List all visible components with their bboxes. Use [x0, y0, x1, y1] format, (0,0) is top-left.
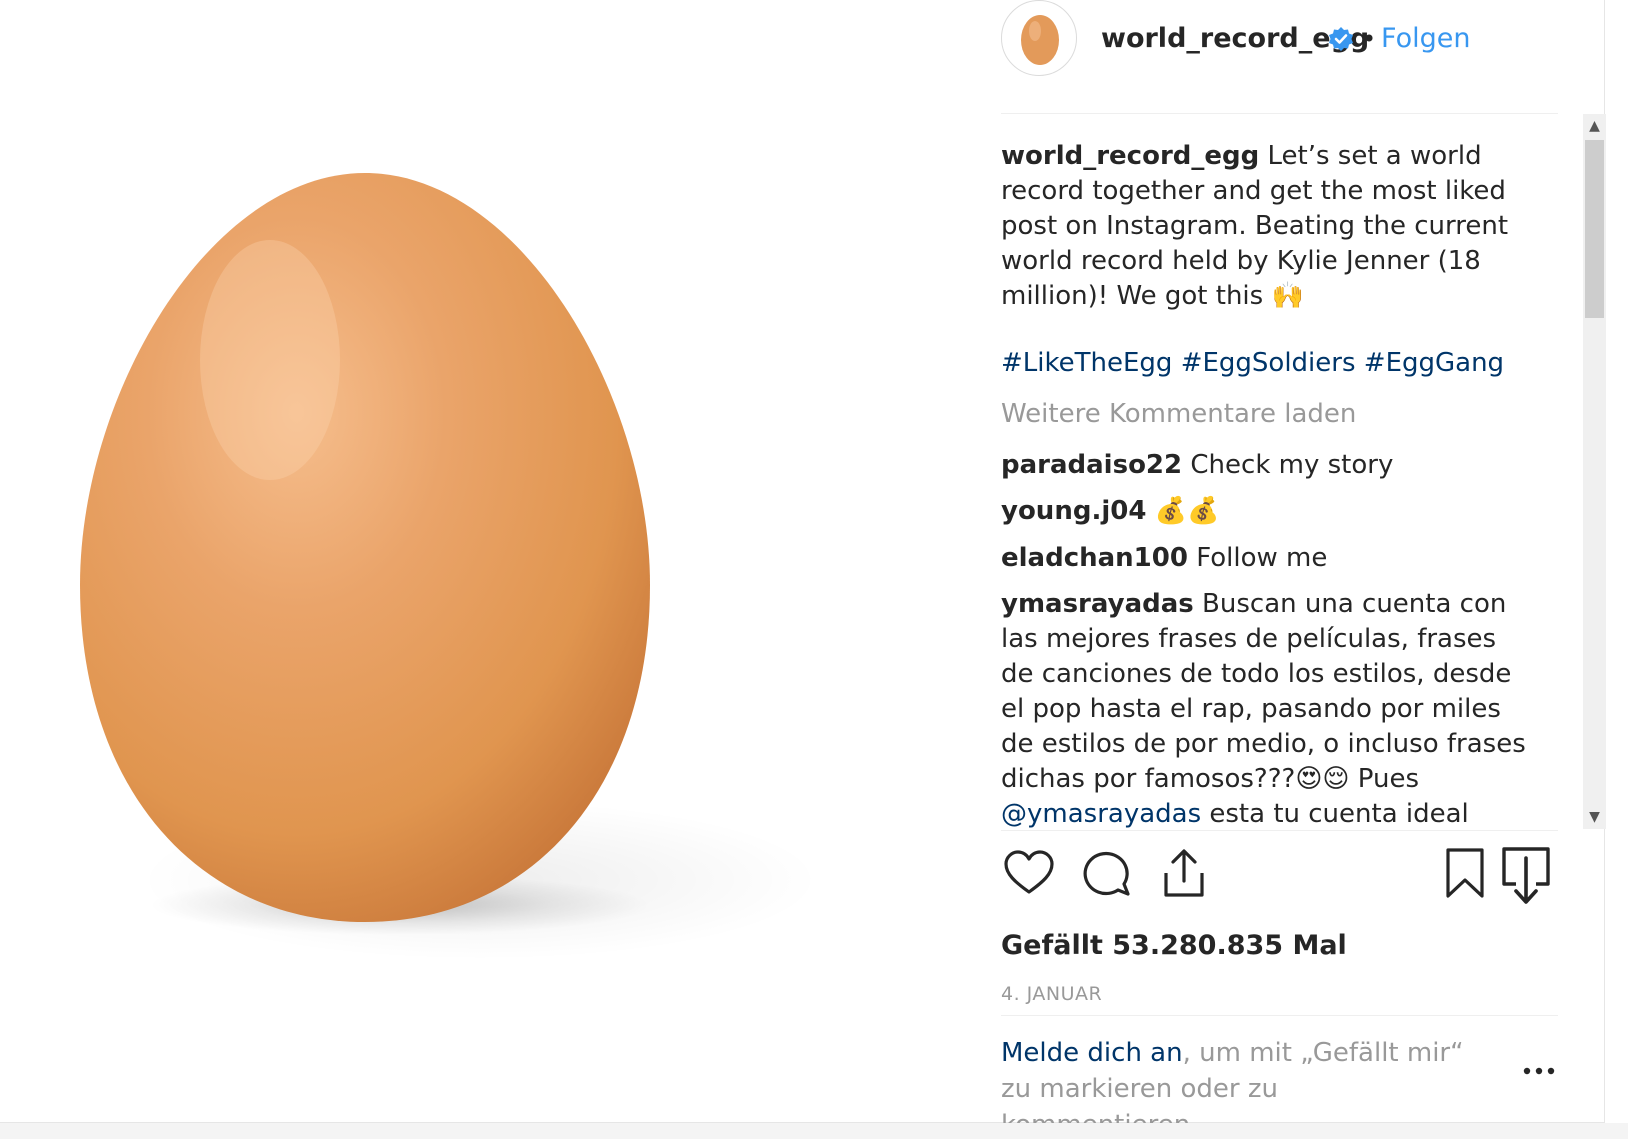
header-separator: •	[1362, 25, 1377, 53]
instagram-post: world_record_egg • Folgen world_record_e…	[0, 0, 1606, 1140]
scrollbar-thumb[interactable]	[1585, 140, 1604, 318]
post-photo-egg[interactable]	[0, 0, 990, 1122]
comment-text: 💰💰	[1154, 496, 1220, 526]
verified-badge-icon	[1328, 26, 1354, 56]
egg-shape	[80, 173, 650, 922]
comments-scrollbar[interactable]: ▲ ▼	[1583, 114, 1606, 829]
scroll-down-arrow-icon[interactable]: ▼	[1583, 805, 1606, 829]
comment-item: paradaiso22 Check my story	[1001, 448, 1393, 483]
share-button[interactable]	[1156, 846, 1212, 902]
comment-item: eladchan100 Follow me	[1001, 541, 1327, 576]
post-caption: world_record_egg Let’s set a world recor…	[1001, 139, 1551, 314]
comments-list[interactable]: world_record_egg Let’s set a world recor…	[1001, 124, 1558, 828]
load-more-comments-button[interactable]: Weitere Kommentare laden	[1001, 397, 1356, 432]
comment-button[interactable]	[1078, 846, 1134, 902]
heart-outline-icon	[1003, 849, 1055, 902]
action-bar	[1001, 830, 1558, 911]
post-header: world_record_egg • Folgen	[1001, 0, 1558, 114]
follow-button[interactable]: Folgen	[1381, 20, 1470, 58]
more-dots-icon	[1521, 1067, 1557, 1084]
speech-bubble-icon	[1080, 851, 1132, 902]
download-icon	[1498, 847, 1554, 909]
login-footer: Melde dich an, um mit „Gefällt mir“ zu m…	[1001, 1015, 1558, 1140]
save-button[interactable]	[1437, 846, 1493, 902]
share-upload-icon	[1158, 848, 1210, 902]
comment-text: Buscan una cuenta con las mejores frases…	[1001, 589, 1526, 794]
comment-text: Follow me	[1196, 543, 1328, 573]
comment-username[interactable]: paradaiso22	[1001, 450, 1182, 480]
likes-count[interactable]: Gefällt 53.280.835 Mal	[1001, 927, 1347, 965]
comment-username[interactable]: eladchan100	[1001, 543, 1188, 573]
caption-username[interactable]: world_record_egg	[1001, 141, 1259, 171]
comment-username[interactable]: ymasrayadas	[1001, 589, 1194, 619]
download-button[interactable]	[1498, 846, 1554, 904]
like-button[interactable]	[1001, 846, 1057, 902]
comment-text: Check my story	[1190, 450, 1394, 480]
login-link[interactable]: Melde dich an	[1001, 1038, 1183, 1068]
post-sidebar: world_record_egg • Folgen world_record_e…	[1001, 0, 1558, 1140]
page-background-strip	[0, 1123, 1628, 1139]
comment-username[interactable]: young.j04	[1001, 496, 1146, 526]
hashtag-link[interactable]: #LikeTheEgg	[1001, 348, 1172, 378]
hashtag-link[interactable]: #EggSoldiers	[1181, 348, 1356, 378]
hashtag-list: #LikeTheEgg #EggSoldiers #EggGang	[1001, 346, 1504, 381]
comment-item: young.j04 💰💰	[1001, 494, 1219, 529]
avatar[interactable]	[1001, 0, 1077, 76]
post-date: 4. JANUAR	[1001, 983, 1103, 1005]
mention-link[interactable]: @ymasrayadas	[1001, 799, 1201, 828]
hashtag-link[interactable]: #EggGang	[1364, 348, 1504, 378]
more-options-button[interactable]	[1521, 1061, 1557, 1081]
bookmark-icon	[1439, 847, 1491, 902]
scroll-up-arrow-icon[interactable]: ▲	[1583, 114, 1606, 138]
comment-item: ymasrayadas Buscan una cuenta con las me…	[1001, 587, 1531, 828]
